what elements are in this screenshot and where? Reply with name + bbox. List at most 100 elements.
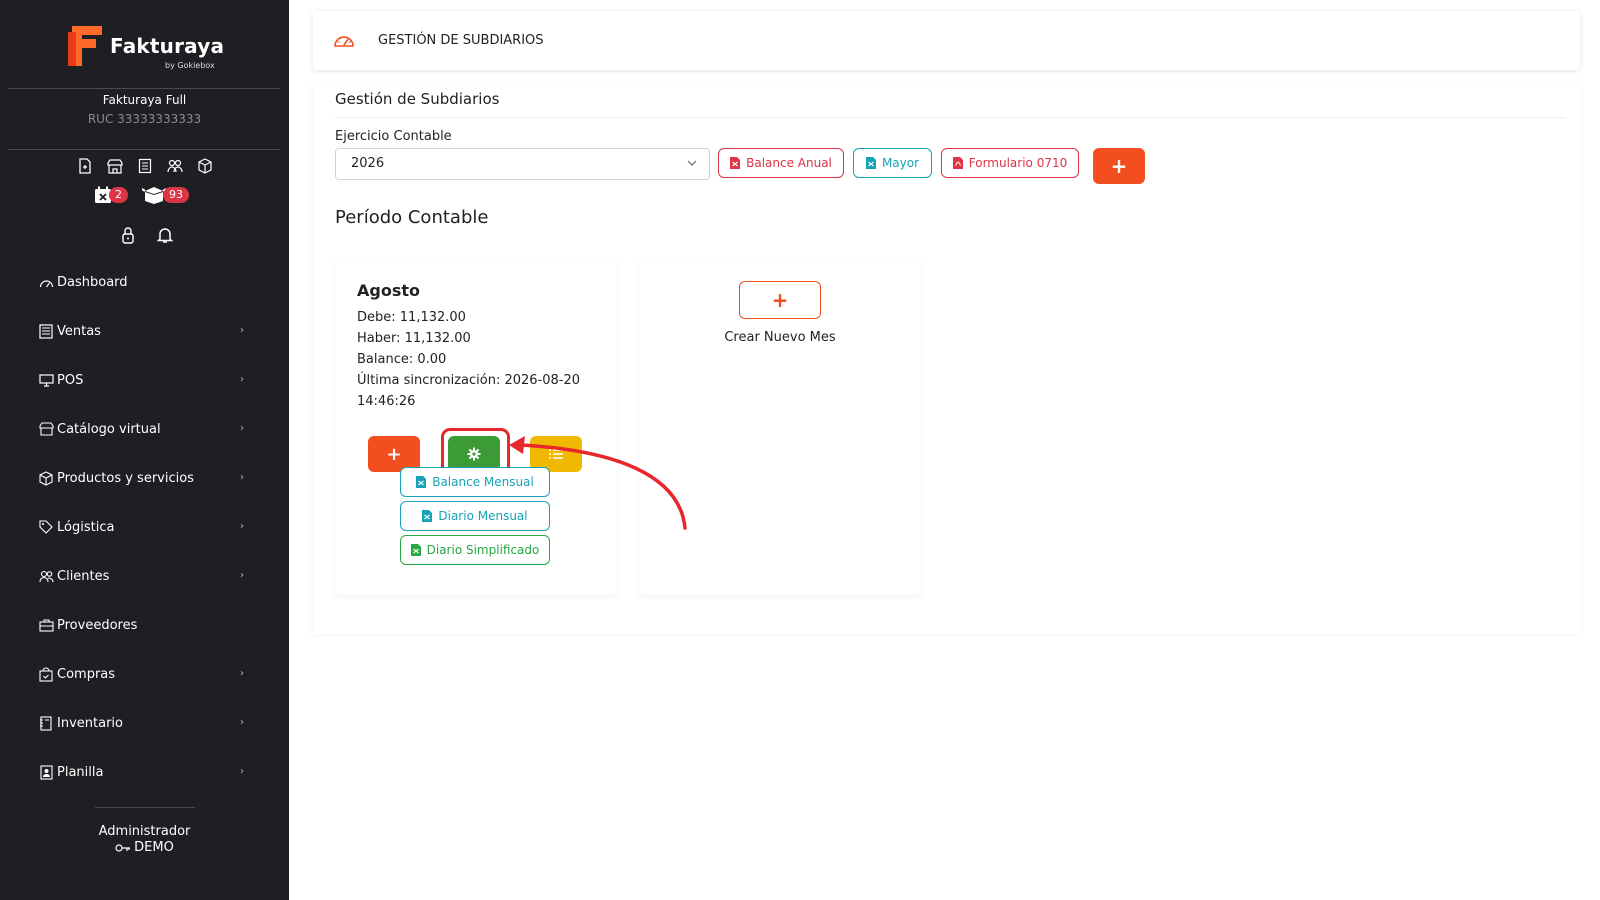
inventory-icon — [38, 715, 54, 731]
file-icon[interactable] — [76, 157, 94, 175]
box-icon — [38, 470, 54, 486]
chevron-right-icon: › — [240, 766, 244, 777]
sidebar-item-label: Proveedores — [57, 617, 138, 633]
chevron-right-icon: › — [240, 717, 244, 728]
store-icon[interactable] — [106, 157, 124, 175]
plus-icon: + — [386, 443, 402, 465]
briefcase-icon — [38, 617, 54, 633]
mayor-button[interactable]: Mayor — [853, 148, 932, 178]
sidebar-item-logistica[interactable]: Lógistica › — [38, 516, 248, 538]
sidebar-item-clientes[interactable]: Clientes › — [38, 565, 248, 587]
button-label: Balance Anual — [746, 156, 832, 170]
chevron-right-icon: › — [240, 374, 244, 385]
month-name: Agosto — [357, 281, 420, 300]
receipt-icon[interactable] — [136, 157, 154, 175]
sales-icon — [38, 323, 54, 339]
create-month-button[interactable]: + — [739, 281, 821, 319]
sidebar-item-catalogo[interactable]: Catálogo virtual › — [38, 418, 248, 440]
chevron-right-icon: › — [240, 521, 244, 532]
sync-timestamp: Última sincronización: 2026-08-20 — [357, 373, 581, 388]
excel-file-icon — [422, 510, 433, 522]
chevron-right-icon: › — [240, 325, 244, 336]
sidebar-divider — [8, 88, 280, 89]
sidebar-item-planilla[interactable]: Planilla › — [38, 761, 248, 783]
box-icon[interactable] — [196, 157, 214, 175]
dashboard-icon — [38, 274, 54, 290]
sidebar-item-dashboard[interactable]: Dashboard — [38, 271, 248, 293]
annotation-arrow — [509, 436, 687, 530]
excel-file-icon — [865, 157, 876, 169]
button-label: Diario Simplificado — [426, 543, 540, 557]
sidebar-item-label: Dashboard — [57, 274, 128, 290]
ejercicio-select[interactable]: 2026 — [335, 148, 710, 180]
users-icon[interactable] — [166, 157, 184, 175]
payroll-icon — [38, 764, 54, 780]
button-label: Formulario 0710 — [968, 156, 1068, 170]
new-month-card: + Crear Nuevo Mes — [639, 260, 921, 595]
speedometer-icon — [334, 36, 354, 47]
page-header: GESTIÓN DE SUBDIARIOS — [313, 11, 1580, 70]
sidebar-item-label: Lógistica — [57, 519, 115, 535]
store-icon — [38, 421, 54, 437]
quick-access-icons — [76, 157, 214, 175]
balance-anual-button[interactable]: Balance Anual — [718, 148, 844, 178]
formulario-0710-button[interactable]: Formulario 0710 — [941, 148, 1079, 178]
sidebar-item-label: Planilla — [57, 764, 104, 780]
page-title: GESTIÓN DE SUBDIARIOS — [378, 33, 544, 48]
debe-value: Debe: 11,132.00 — [357, 310, 466, 325]
pdf-file-icon — [730, 157, 741, 169]
sidebar-item-label: Productos y servicios — [57, 470, 194, 486]
sidebar-item-label: Inventario — [57, 715, 123, 731]
brand-byline: by Gokiebox — [165, 61, 215, 70]
company-name: Fakturaya Full — [102, 93, 187, 107]
sidebar-item-inventario[interactable]: Inventario › — [38, 712, 248, 734]
shopping-bag-icon — [38, 666, 54, 682]
month-card: Agosto Debe: 11,132.00 Haber: 11,132.00 … — [335, 260, 617, 595]
sidebar-item-proveedores[interactable]: Proveedores — [38, 614, 248, 636]
diario-simplificado-button[interactable]: Diario Simplificado — [400, 535, 550, 565]
tag-icon — [38, 519, 54, 535]
button-label: Mayor — [881, 156, 920, 170]
inbox-badge: 93 — [163, 187, 189, 203]
section-divider — [335, 117, 1565, 118]
calendar-badge: 2 — [109, 187, 128, 203]
lock-icon[interactable] — [120, 226, 136, 244]
balance-value: Balance: 0.00 — [357, 352, 447, 367]
sync-time: 14:46:26 — [357, 394, 416, 409]
ejercicio-value: 2026 — [351, 156, 385, 171]
user-account[interactable]: DEMO — [0, 840, 289, 855]
sidebar-item-ventas[interactable]: Ventas › — [38, 320, 248, 342]
chevron-down-icon — [687, 160, 697, 166]
sidebar-item-label: Ventas — [57, 323, 101, 339]
excel-file-icon — [416, 476, 427, 488]
monitor-icon — [38, 372, 54, 388]
company-ruc: RUC 33333333333 — [87, 112, 202, 126]
sidebar-item-compras[interactable]: Compras › — [38, 663, 248, 685]
sidebar-divider — [95, 807, 195, 808]
sidebar-item-label: POS — [57, 372, 84, 388]
chevron-right-icon: › — [240, 570, 244, 581]
brand-name: Fakturaya — [110, 34, 225, 58]
haber-value: Haber: 11,132.00 — [357, 331, 471, 346]
user-role: Administrador — [98, 824, 191, 839]
brand-logo[interactable]: Fakturaya by Gokiebox — [68, 24, 228, 72]
ejercicio-label: Ejercicio Contable — [335, 129, 452, 144]
calendar-alerts[interactable]: 2 — [94, 186, 128, 204]
section-title: Gestión de Subdiarios — [335, 90, 500, 108]
subdiarios-panel: Gestión de Subdiarios Ejercicio Contable… — [313, 82, 1580, 634]
add-ejercicio-button[interactable]: + — [1093, 148, 1145, 184]
sidebar-item-label: Compras — [57, 666, 116, 682]
chevron-right-icon: › — [240, 668, 244, 679]
notification-badges: 2 93 — [94, 186, 189, 204]
bell-icon[interactable] — [156, 226, 174, 244]
sidebar-item-productos[interactable]: Productos y servicios › — [38, 467, 248, 489]
fakturaya-logo-icon — [68, 26, 102, 66]
sidebar-item-label: Clientes — [57, 568, 110, 584]
plus-icon: + — [771, 288, 789, 312]
sidebar-item-label: Catálogo virtual — [57, 421, 161, 437]
user-name: DEMO — [134, 840, 174, 855]
inbox-alerts[interactable]: 93 — [142, 186, 189, 204]
sidebar: Fakturaya by Gokiebox Fakturaya Full RUC… — [0, 0, 289, 900]
sidebar-item-pos[interactable]: POS › — [38, 369, 248, 391]
excel-file-icon — [410, 544, 421, 556]
